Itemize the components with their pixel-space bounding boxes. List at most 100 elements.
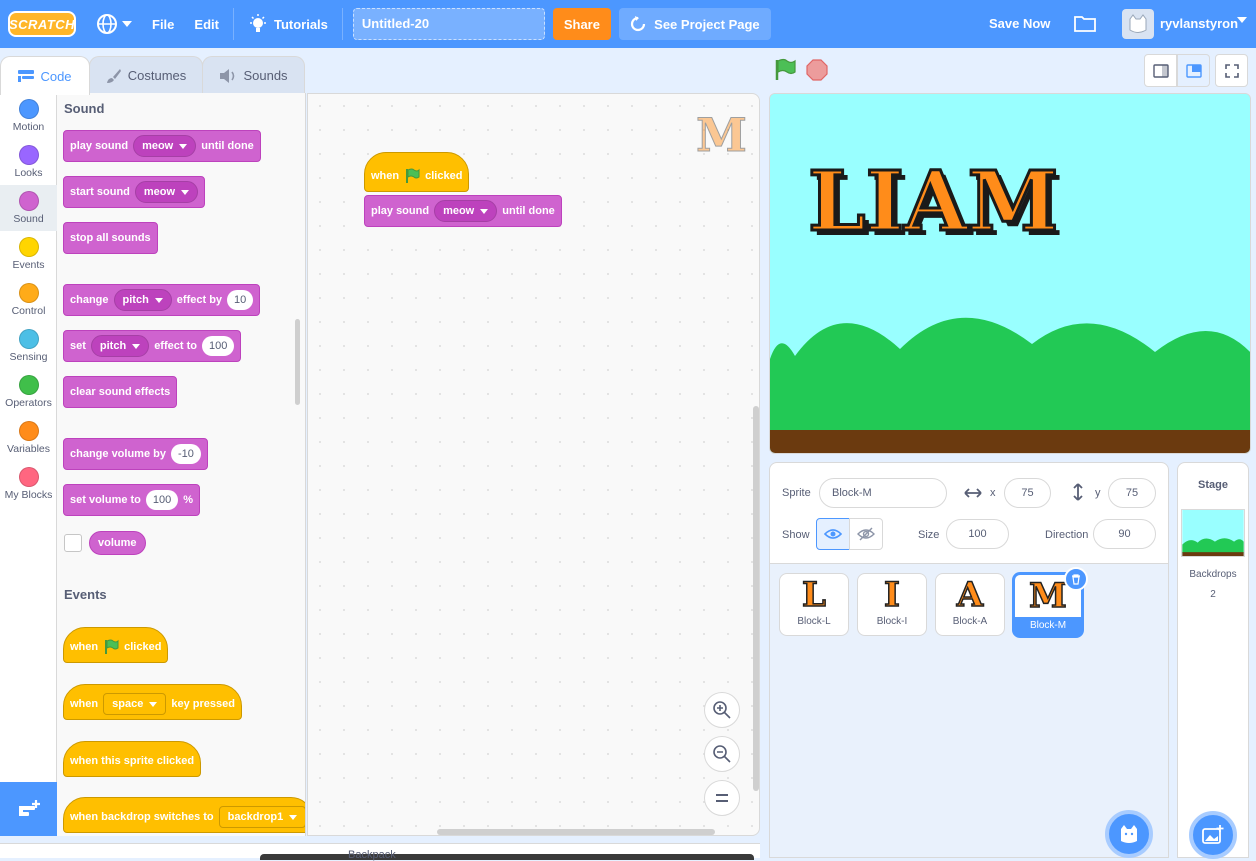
sprite-tile-block-l[interactable]: L Block-L [779,573,849,636]
show-hidden-button[interactable] [849,518,883,550]
block-set-volume-to[interactable]: set volume to 100 % [63,484,201,516]
script-when-flag-clicked[interactable]: when clicked [364,152,470,192]
small-stage-button[interactable] [1144,54,1177,87]
green-flag-icon [105,639,119,654]
category-my-blocks[interactable]: My Blocks [0,461,57,507]
project-title-input[interactable]: Untitled-20 [352,8,545,40]
block-text: set volume to [70,494,141,506]
block-start-sound[interactable]: start sound meow [63,176,206,208]
tutorials-button[interactable]: Tutorials [238,0,338,48]
my-stuff-button[interactable] [1074,14,1096,35]
number-input[interactable]: 100 [145,490,179,510]
reporter-volume[interactable]: volume [89,531,146,555]
block-when-backdrop-switches[interactable]: when backdrop switches to backdrop1 [63,797,305,833]
username[interactable]: ryvlanstyron [1160,16,1238,31]
backpack[interactable]: Backpack [0,843,760,861]
add-extension-button[interactable] [0,782,57,836]
block-when-sprite-clicked[interactable]: when this sprite clicked [63,741,202,777]
share-button[interactable]: Share [552,8,611,40]
add-extension-icon [18,800,40,816]
sprite-name: Block-L [797,616,831,627]
save-now-button[interactable]: Save Now [989,16,1050,31]
category-label: Looks [14,167,43,179]
avatar[interactable] [1122,9,1154,39]
category-sensing[interactable]: Sensing [0,323,57,369]
number-input[interactable]: -10 [170,444,201,464]
block-text: clear sound effects [70,386,171,398]
show-visible-button[interactable] [816,518,850,550]
block-set-effect-to[interactable]: set pitch effect to 100 [63,330,242,362]
horizontal-scrollbar[interactable] [437,829,715,835]
palette-scrollbar[interactable] [295,319,300,405]
category-sound[interactable]: Sound [0,185,57,231]
small-stage-icon [1152,63,1169,78]
stage-selector[interactable]: Stage Backdrops 2 [1177,462,1249,859]
script-area[interactable]: M when clicked play sound meow until don… [307,93,760,836]
sprite-name-input[interactable]: Block-M [819,478,947,508]
block-change-effect-by[interactable]: change pitch effect by 10 [63,284,261,316]
stop-icon [806,59,828,81]
zoom-in-button[interactable] [704,692,740,728]
folder-icon [1074,16,1096,32]
category-variables[interactable]: Variables [0,415,57,461]
block-when-key-pressed[interactable]: when space key pressed [63,684,242,720]
cat-add-icon [1121,825,1137,843]
stage-canvas[interactable]: LIAM [769,93,1251,454]
sound-dropdown[interactable]: meow [133,135,197,157]
number-input[interactable]: 100 [201,336,235,356]
show-label: Show [782,529,810,541]
fullscreen-button[interactable] [1215,54,1248,87]
tab-code[interactable]: Code [0,56,90,95]
y-label: y [1095,487,1101,499]
category-events[interactable]: Events [0,231,57,277]
edit-menu[interactable]: Edit [184,0,229,48]
see-project-page-button[interactable]: See Project Page [618,8,771,40]
language-menu[interactable] [86,0,142,48]
sprite-tile-block-a[interactable]: A Block-A [935,573,1005,636]
sprite-tile-block-i[interactable]: I Block-I [857,573,927,636]
block-text: when this sprite clicked [70,755,195,767]
delete-sprite-button[interactable] [1064,567,1088,591]
sound-dropdown[interactable]: meow [434,200,498,222]
block-stop-all-sounds[interactable]: stop all sounds [63,222,158,254]
green-flag-button[interactable] [773,58,797,85]
category-operators[interactable]: Operators [0,369,57,415]
number-input[interactable]: 10 [227,290,254,310]
x-input[interactable]: 75 [1004,478,1051,508]
script-play-sound-until-done[interactable]: play sound meow until done [364,195,562,227]
sound-dropdown[interactable]: meow [134,181,199,203]
tab-costumes[interactable]: Costumes [89,56,203,94]
category-control[interactable]: Control [0,277,57,323]
vertical-scrollbar[interactable] [753,406,759,791]
tutorials-label: Tutorials [273,16,328,32]
size-input[interactable]: 100 [946,519,1009,549]
block-clear-sound-effects[interactable]: clear sound effects [63,376,178,408]
category-label: Control [11,305,46,317]
large-stage-button[interactable] [1177,54,1210,87]
backdrop-dropdown[interactable]: backdrop1 [218,806,305,828]
block-change-volume-by[interactable]: change volume by -10 [63,438,208,470]
block-text: % [183,494,194,506]
category-looks[interactable]: Looks [0,139,57,185]
zoom-out-button[interactable] [704,736,740,772]
key-dropdown[interactable]: space [103,693,167,715]
block-when-flag-clicked[interactable]: when clicked [63,627,169,663]
block-play-sound-until-done[interactable]: play sound meow until done [63,130,261,162]
scratch-logo[interactable]: SCRATCH [8,11,76,37]
zoom-reset-button[interactable] [704,780,740,816]
stop-button[interactable] [806,59,828,84]
effect-dropdown[interactable]: pitch [90,335,150,357]
sprite-list: L Block-L I Block-I A Block-A M Block-M [769,563,1169,858]
tab-sounds[interactable]: Sounds [202,56,305,94]
block-text: change [70,294,109,306]
file-menu[interactable]: File [142,0,184,48]
effect-dropdown[interactable]: pitch [113,289,172,311]
volume-monitor-checkbox[interactable] [64,534,82,552]
chevron-down-icon[interactable] [1237,17,1247,23]
choose-sprite-button[interactable] [1105,810,1153,858]
y-input[interactable]: 75 [1108,478,1156,508]
choose-backdrop-button[interactable] [1189,811,1237,859]
category-motion[interactable]: Motion [0,93,57,139]
direction-input[interactable]: 90 [1093,519,1156,549]
category-label: Sound [13,213,44,225]
